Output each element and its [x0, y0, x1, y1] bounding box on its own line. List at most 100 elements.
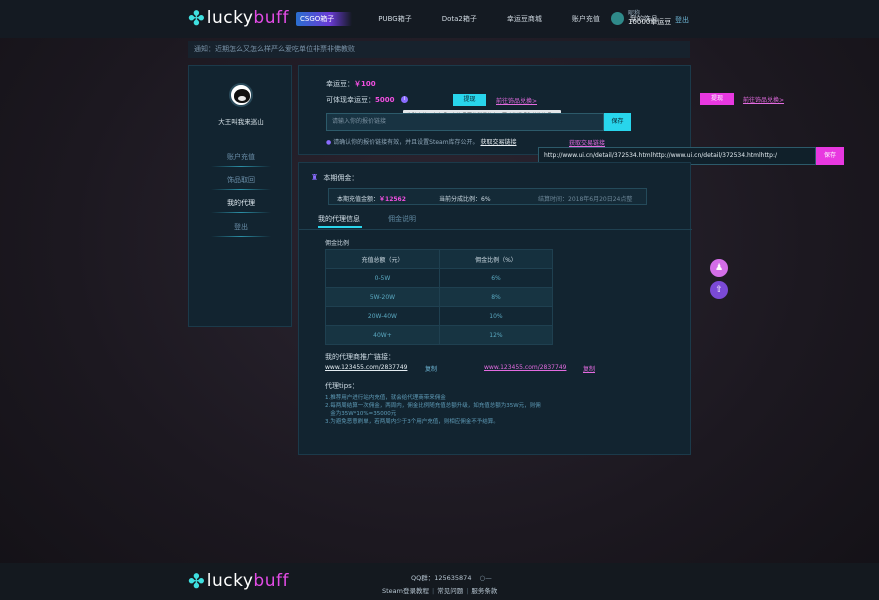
withdrawable-value: 5000 [375, 96, 395, 104]
commission-title-row: ♜ 本期佣金： [311, 173, 358, 183]
wallet-panel: 幸运豆：￥100 可体现幸运豆：5000 i 提现 前往饰品兑换> 为防止使用卡… [298, 65, 691, 155]
table-title: 佣金比例 [325, 240, 350, 247]
footer-logo[interactable]: ✤ luckybuff [188, 571, 289, 591]
table-row: 5W-20W 8% [325, 287, 554, 307]
user-info[interactable]: 昵称 10000幸运豆 [611, 10, 671, 27]
nav-dota2[interactable]: Dota2箱子 [438, 12, 481, 26]
sidebar-item-logout[interactable]: 登出 [189, 222, 293, 237]
footer-qq-text: QQ群：125635874 [411, 574, 472, 582]
clover-icon: ✤ [188, 6, 205, 30]
brand-logo[interactable]: ✤ luckybuff [188, 8, 289, 28]
table-header: 充值总额（元） [325, 249, 440, 269]
tip-2: 2.每两周结算一次佣金，两周内，佣金比例随充值总额升级，如充值总额为35W元，则… [325, 403, 541, 409]
table-cell: 5W-20W [325, 287, 440, 307]
sidebar-item-label: 账户充值 [227, 153, 255, 161]
table-cell: 6% [438, 268, 554, 288]
tip-2b: 金为35W*10%=35000元 [325, 411, 397, 417]
notice-bar: 通知：近期怎么又怎么样严么爱吃单位非票非佛教败 [188, 41, 690, 58]
table-cell: 0-5W [325, 268, 440, 288]
withdraw-button[interactable]: 提现 [453, 94, 486, 106]
nav-pubg[interactable]: PUBG箱子 [374, 12, 415, 26]
promo-link[interactable]: www.123455.com/2837749 [325, 364, 407, 371]
sidebar-item-label: 登出 [234, 223, 248, 231]
qq-icon: ○— [479, 574, 492, 582]
table-row: 0-5W 6% [325, 268, 554, 288]
table-row: 20W-40W 10% [325, 306, 554, 326]
hint-row: ● 请确认你的报价链接有效，并且设置Steam库存公开。 获取交易链接 [326, 137, 516, 146]
footer-link-terms[interactable]: 服务条款 [471, 587, 497, 595]
save-button[interactable]: 保存 [604, 113, 631, 131]
profile-avatar [229, 83, 253, 107]
tip-1: 1.推荐用户进行站内充值，就会给代理商带来佣金 [325, 395, 446, 401]
table-cell: 12% [438, 325, 554, 345]
lucky-beans-label: 幸运豆： [326, 80, 354, 88]
nav-csgo[interactable]: CSGO箱子 [296, 12, 353, 26]
table-cell: 8% [438, 287, 554, 307]
settle-time: 结算时间：2018年6月20日24点整 [538, 196, 633, 203]
back-to-top-icon[interactable]: ⇧ [710, 281, 728, 299]
recharge-label: 本期充值金额： [337, 196, 380, 203]
withdrawable-row: 可体现幸运豆：5000 [326, 95, 394, 105]
table-cell: 40W+ [325, 325, 440, 345]
clover-icon: ✤ [188, 569, 205, 593]
profile-name: 大王叫我来巡山 [218, 118, 264, 126]
copy-button-2[interactable]: 复制 [583, 364, 595, 373]
footer: ✤ luckybuff QQ群：125635874 ○— Steam登录教程 | 常… [0, 563, 879, 600]
tab-commission-desc[interactable]: 佣金说明 [388, 214, 416, 224]
sidebar: 大王叫我来巡山 账户充值 饰品取回 我的代理 登出 [188, 65, 292, 327]
table-row: 40W+ 12% [325, 325, 554, 345]
ratio-label: 当前分成比例：6% [439, 196, 491, 203]
lucky-beans-value: ￥100 [354, 80, 376, 88]
promo-link-2[interactable]: www.123455.com/2837749 [484, 364, 566, 371]
lucky-beans-row: 幸运豆：￥100 [326, 79, 376, 89]
withdrawable-label: 可体现幸运豆： [326, 96, 375, 104]
top-navbar: ✤ luckybuff CSGO箱子 PUBG箱子 Dota2箱子 幸运豆商城 … [0, 0, 879, 38]
promo-title: 我的代理商推广链接： [325, 353, 395, 361]
bear-snout [238, 96, 246, 101]
float-get-trade-link[interactable]: 获取交易链接 [569, 138, 605, 147]
brand-lucky-text: lucky [206, 8, 254, 28]
brand-lucky-text: lucky [206, 571, 254, 591]
tab-my-agent-info[interactable]: 我的代理信息 [318, 214, 362, 228]
tab-label: 我的代理信息 [318, 215, 360, 223]
footer-link-faq[interactable]: 常见问题 [437, 587, 463, 595]
copy-button[interactable]: 复制 [425, 364, 437, 373]
user-name: 昵称 [628, 10, 641, 17]
table-header: 佣金比例（%） [438, 249, 554, 269]
sidebar-item-agent[interactable]: 我的代理 [189, 198, 293, 213]
money-bag-icon: ♜ [311, 173, 319, 182]
footer-qq: QQ群：125635874 ○— [411, 572, 492, 582]
recharge-value: ￥12562 [379, 196, 406, 203]
brand-buff-text: buff [253, 8, 289, 28]
logout-link[interactable]: 登出 [675, 15, 689, 25]
float-exchange-link[interactable]: 前往饰品兑换> [743, 95, 784, 104]
float-withdraw-button[interactable]: 提现 [700, 93, 734, 105]
footer-links: Steam登录教程 | 常见问题 | 服务条款 [382, 587, 498, 595]
nav-recharge[interactable]: 账户充值 [568, 12, 604, 26]
footer-link-steam[interactable]: Steam登录教程 [382, 587, 429, 595]
recharge-row: 本期充值金额：￥12562 [337, 194, 406, 203]
tips-title: 代理tips： [325, 382, 359, 390]
avatar[interactable] [611, 12, 624, 25]
sidebar-item-label: 我的代理 [227, 199, 255, 207]
get-trade-link[interactable]: 获取交易链接 [480, 139, 516, 146]
sidebar-item-retrieve[interactable]: 饰品取回 [189, 175, 293, 190]
brand-buff-text: buff [253, 571, 289, 591]
qq-chat-icon[interactable]: ♟ [710, 259, 728, 277]
sidebar-item-recharge[interactable]: 账户充值 [189, 152, 293, 167]
help-icon[interactable]: i [401, 96, 408, 103]
trade-link-input[interactable]: 请输入你的报价链接 [326, 113, 604, 131]
sidebar-item-label: 饰品取回 [227, 176, 255, 184]
tab-bar: 我的代理信息 佣金说明 [299, 214, 692, 230]
hint-text: 请确认你的报价链接有效，并且设置Steam库存公开。 [333, 139, 479, 146]
user-coins: 10000幸运豆 [628, 18, 672, 26]
tab-label: 佣金说明 [388, 215, 416, 223]
exchange-link[interactable]: 前往饰品兑换> [496, 96, 537, 105]
commission-panel: ♜ 本期佣金： 本期充值金额：￥12562 当前分成比例：6% 结算时间：201… [298, 162, 692, 455]
table-cell: 10% [438, 306, 554, 326]
commission-table: 充值总额（元） 佣金比例（%） 0-5W 6% 5W-20W 8% 20W-40… [325, 249, 554, 345]
nav-shop[interactable]: 幸运豆商城 [503, 12, 546, 26]
info-icon: ● [326, 139, 332, 146]
float-save-button[interactable]: 保存 [816, 147, 844, 165]
commission-summary: 本期充值金额：￥12562 当前分成比例：6% 结算时间：2018年6月20日2… [328, 188, 647, 205]
